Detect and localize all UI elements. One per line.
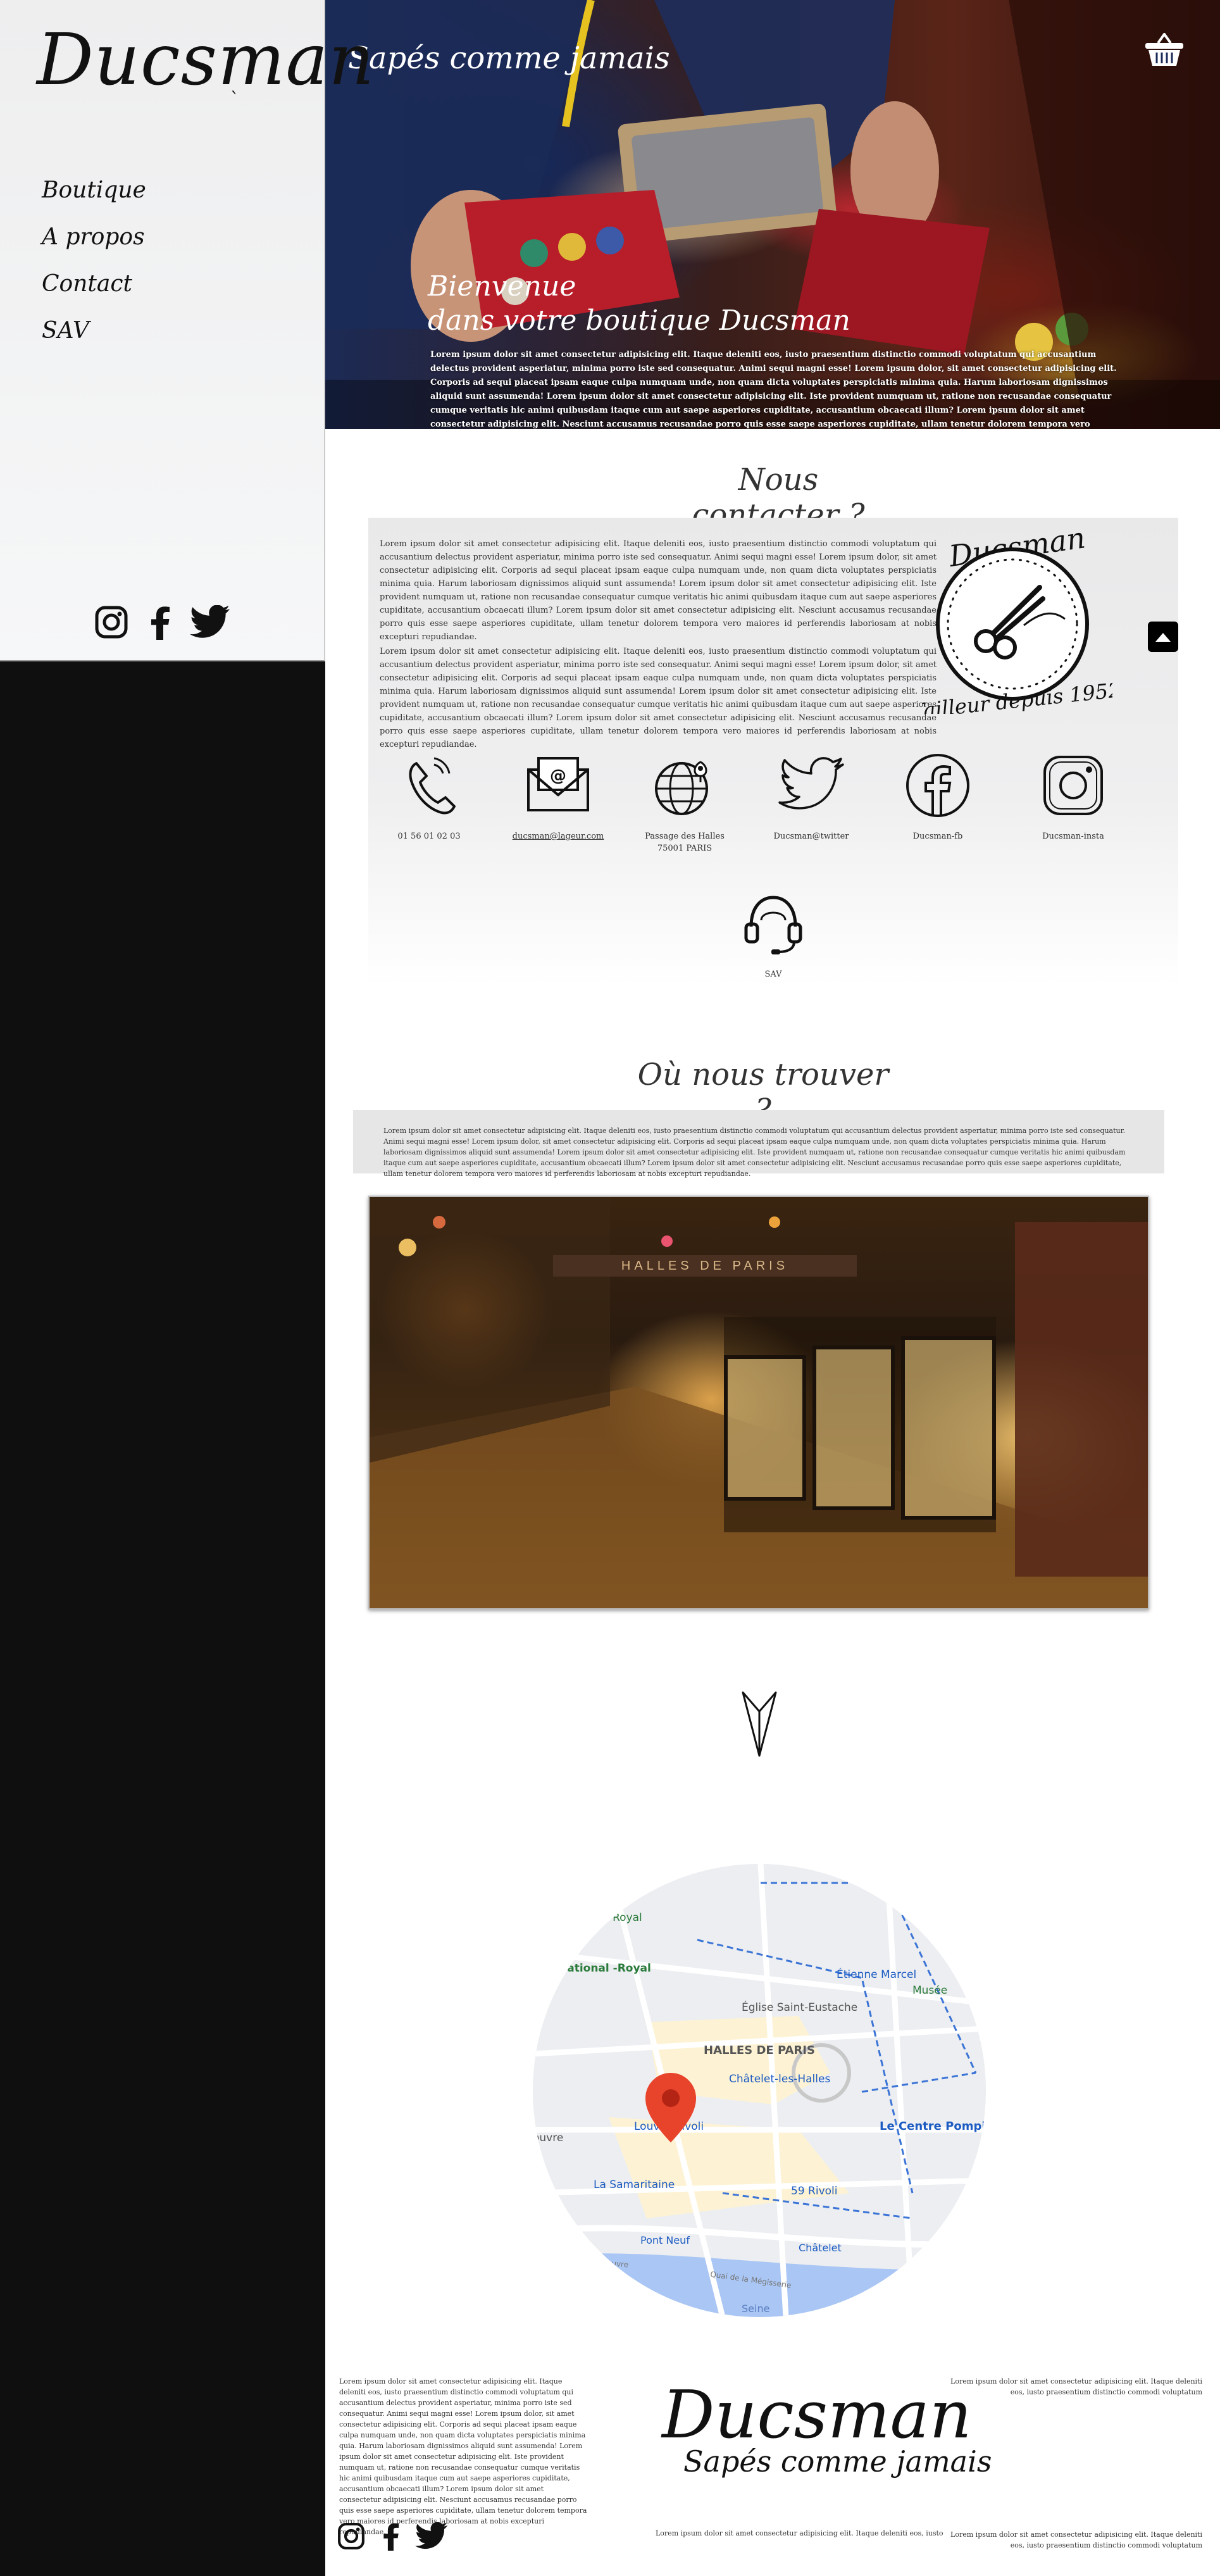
caret-up-icon [1155, 633, 1171, 642]
facebook-icon[interactable] [148, 604, 171, 642]
globe-location-icon [655, 761, 708, 815]
sidebar-social-links [94, 604, 230, 642]
hero-tagline: Sapés comme jamais [348, 41, 670, 76]
contact-phone[interactable]: 01 56 01 02 03 [366, 751, 492, 842]
phone-icon [409, 757, 456, 815]
address-line1: Passage des Halles [645, 832, 725, 841]
map-label: HALLES DE PARIS [704, 2044, 815, 2057]
map-label: Pont Neuf [640, 2234, 690, 2246]
instagram-icon[interactable] [94, 604, 129, 642]
contact-twitter[interactable]: Ducsman@twitter [748, 751, 875, 842]
contact-paragraph-2: Lorem ipsum dolor sit amet consectetur a… [380, 647, 937, 749]
nav-item-contact[interactable]: Contact [42, 271, 146, 297]
hero-banner: Sapés comme jamais Bienvenue dans votre … [325, 0, 1220, 429]
location-text-box: Lorem ipsum dolor sit amet consectetur a… [353, 1110, 1164, 1178]
twitter-label: Ducsman@twitter [773, 832, 849, 841]
tailor-badge: Ducsman Tailleur depuis 1952 [911, 518, 1123, 723]
facebook-icon[interactable] [381, 2522, 400, 2553]
location-text: Lorem ipsum dolor sit amet consectetur a… [383, 1127, 1126, 1178]
map-label: Seine [742, 2303, 769, 2315]
email-link[interactable]: ducsman@lageur.com [495, 830, 621, 842]
shop-window [901, 1336, 996, 1520]
map[interactable]: -Royal National -Royal Étienne Marcel Mu… [533, 1864, 986, 2317]
footer-logo[interactable]: Ducsman [662, 2376, 972, 2453]
facebook-circle-icon [906, 754, 969, 817]
left-dark-band [0, 661, 325, 2576]
instagram-icon[interactable] [337, 2522, 366, 2553]
map-label: ouvre [533, 2132, 563, 2144]
nav-item-a-propos[interactable]: A propos [42, 224, 146, 250]
map-graphic: -Royal National -Royal Étienne Marcel Mu… [533, 1864, 986, 2317]
contact-paragraph-1: Lorem ipsum dolor sit amet consectetur a… [380, 539, 937, 642]
map-label: 59 Rivoli [791, 2185, 837, 2198]
contact-address[interactable]: Passage des Halles 75001 PARIS [621, 751, 748, 854]
footer-social-links [337, 2522, 448, 2553]
footer-left-text: Lorem ipsum dolor sit amet consectetur a… [339, 2377, 587, 2536]
map-label: Le Centre Pompido [880, 2120, 986, 2133]
nav-item-sav[interactable]: SAV [42, 318, 146, 344]
hero-title: Bienvenue dans votre boutique Ducsman [428, 270, 850, 338]
twitter-bird-icon [778, 757, 844, 810]
map-label: Châtelet-les-Halles [729, 2073, 830, 2085]
hero-title-line1: Bienvenue [428, 270, 576, 303]
footer-right-bottom-text: Lorem ipsum dolor sit amet consectetur a… [950, 2530, 1202, 2549]
facebook-label: Ducsman-fb [912, 832, 963, 841]
phone-label: 01 56 01 02 03 [397, 832, 461, 841]
basket-icon[interactable] [1144, 32, 1185, 70]
shop-sign: HALLES DE PARIS [553, 1255, 857, 1277]
brand-logo[interactable]: Ducsman [37, 19, 375, 101]
sidebar: Ducsman ` Boutique A propos Contact SAV [0, 0, 374, 661]
contact-instagram[interactable]: Ducsman-insta [1010, 751, 1136, 842]
logo-accent: ` [230, 89, 239, 109]
email-icon: @ [527, 757, 589, 811]
svg-text:@: @ [550, 766, 566, 785]
address-label: Passage des Halles 75001 PARIS [621, 830, 748, 854]
footer-right-top-text: Lorem ipsum dolor sit amet consectetur a… [950, 2377, 1202, 2396]
main-nav: Boutique A propos Contact SAV [42, 177, 146, 365]
map-label: Église Saint-Eustache [742, 2000, 857, 2014]
contact-email[interactable]: @ ducsman@lageur.com [495, 751, 621, 842]
map-label: National -Royal [558, 1962, 651, 1975]
footer-tagline: Sapés comme jamais [683, 2444, 992, 2479]
hero-text: Lorem ipsum dolor sit amet consectetur a… [430, 350, 1117, 429]
scroll-top-button[interactable] [1148, 622, 1178, 652]
map-label: La Samaritaine [594, 2179, 675, 2191]
shop-photo: HALLES DE PARIS [368, 1196, 1149, 1610]
map-label: Musée [912, 1984, 947, 1997]
paper-plane-icon [740, 1690, 778, 1762]
headset-icon [744, 896, 802, 954]
footer-mid-bottom-text: Lorem ipsum dolor sit amet consectetur a… [656, 2529, 943, 2537]
sav-label: SAV [764, 970, 782, 979]
nav-item-boutique[interactable]: Boutique [42, 177, 146, 203]
shop-window [812, 1346, 895, 1510]
shop-window [724, 1355, 806, 1501]
contact-sav[interactable]: SAV [710, 889, 837, 980]
map-label: Étienne Marcel [837, 1967, 916, 1981]
contact-methods: 01 56 01 02 03 @ ducsman@lageur.com Pass… [366, 751, 1178, 979]
twitter-icon[interactable] [415, 2522, 448, 2553]
instagram-label: Ducsman-insta [1042, 832, 1104, 841]
twitter-icon[interactable] [190, 604, 230, 642]
address-line2: 75001 PARIS [657, 844, 713, 853]
map-label: Châtelet [799, 2242, 842, 2254]
contact-facebook[interactable]: Ducsman-fb [875, 751, 1001, 842]
hero-title-line2: dans votre boutique Ducsman [428, 304, 850, 337]
map-label: -Royal [609, 1911, 642, 1924]
contact-section: Lorem ipsum dolor sit amet consectetur a… [368, 518, 1178, 986]
instagram-outline-icon [1043, 756, 1103, 815]
